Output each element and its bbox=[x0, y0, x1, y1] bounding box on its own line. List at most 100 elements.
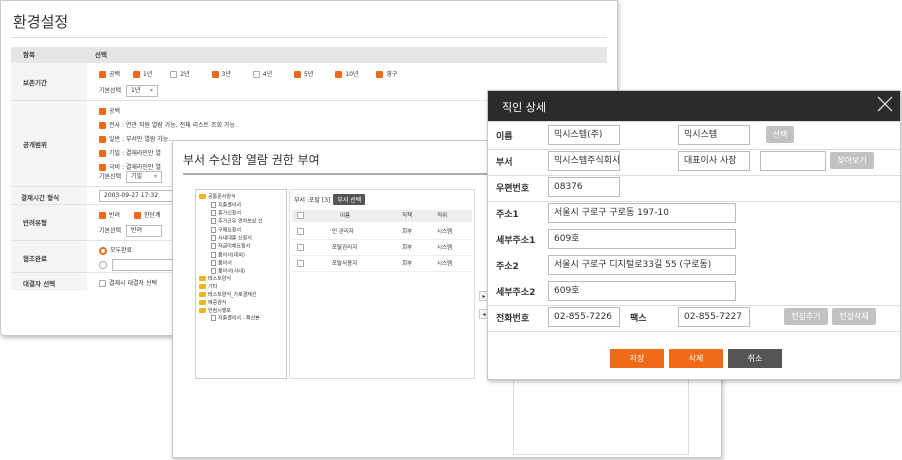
checkbox-checked-icon[interactable] bbox=[211, 71, 219, 78]
tree-item[interactable]: 지출결의서 bbox=[199, 201, 283, 210]
seal-delete-button[interactable]: 인장삭제 bbox=[832, 308, 876, 325]
dept-search-field[interactable] bbox=[760, 151, 826, 171]
scope-default-select[interactable]: 기밀 ▾ bbox=[126, 171, 163, 183]
document-icon bbox=[211, 201, 216, 208]
seal-detail-window: 직인 상세 이름 믹시스템(주) 믹시스템 선택 부서 믹시스템주식회사 대표이… bbox=[487, 90, 901, 380]
consult-label: 협조완료 bbox=[23, 255, 47, 263]
radio-selected-icon[interactable] bbox=[99, 246, 107, 255]
tree-item[interactable]: 테스트양식_가로결재선 bbox=[199, 292, 283, 300]
checkbox-checked-icon[interactable] bbox=[99, 212, 106, 219]
fax-field[interactable]: 02-855-7227 bbox=[678, 307, 750, 327]
settings-header-row: 항목 선택 bbox=[11, 47, 607, 63]
reject-default-select[interactable]: 반려 bbox=[126, 225, 163, 237]
close-icon[interactable] bbox=[876, 95, 894, 113]
approver-label: 대결자 선택 bbox=[23, 280, 56, 288]
folder-icon bbox=[199, 284, 206, 290]
consult-opt-1[interactable]: 모두완료 bbox=[99, 246, 132, 255]
checkbox-checked-icon[interactable] bbox=[99, 150, 106, 157]
retention-opt-0[interactable]: 공백 bbox=[99, 71, 120, 78]
table-row[interactable]: 민 관리자 회부 시스템 bbox=[292, 224, 472, 240]
retention-opt-2[interactable]: 2년 bbox=[170, 71, 190, 78]
retention-opt-1[interactable]: 1년 bbox=[132, 71, 152, 78]
scope-default-label: 기본선택 bbox=[99, 173, 122, 181]
delete-button[interactable]: 삭제 bbox=[669, 349, 723, 368]
cancel-button[interactable]: 취소 bbox=[728, 349, 782, 368]
reject-opt-1[interactable]: 반려 bbox=[99, 212, 120, 219]
addr1-field[interactable]: 서울시 구로구 구로동 197-10 bbox=[548, 203, 736, 223]
cell-name: 포탈관리자 bbox=[332, 245, 358, 251]
tree-item[interactable]: 기타 bbox=[199, 284, 283, 292]
search-button[interactable]: 찾아보기 bbox=[830, 152, 874, 169]
col-name: 이름 bbox=[340, 213, 351, 219]
checkbox-checked-icon[interactable] bbox=[132, 71, 140, 78]
retention-opt-4[interactable]: 4년 bbox=[252, 71, 272, 78]
zip-field[interactable]: 08376 bbox=[548, 177, 620, 197]
retention-default-select[interactable]: 1년 ▾ bbox=[126, 85, 159, 97]
checkbox-checked-icon[interactable] bbox=[99, 164, 106, 171]
checkbox-unchecked-icon[interactable] bbox=[297, 228, 304, 235]
checkbox-checked-icon[interactable] bbox=[99, 122, 106, 129]
tel-label: 전화번호 bbox=[496, 314, 530, 324]
addr2-field[interactable]: 서울시 구로구 디지털로33길 55 (구로동) bbox=[548, 255, 736, 275]
approver-opt-1[interactable]: 결재시 대결자 선택 bbox=[99, 280, 157, 287]
fax-label: 팩스 bbox=[630, 314, 647, 324]
tree-item[interactable]: 휴가신청서 bbox=[199, 210, 283, 218]
radio-unselected-icon[interactable] bbox=[99, 261, 107, 269]
scope-label: 공개범위 bbox=[23, 141, 47, 149]
checkbox-unchecked-icon[interactable] bbox=[252, 71, 260, 78]
name-field-2[interactable]: 믹시스템 bbox=[678, 125, 750, 145]
scope-opt-1[interactable]: 전사 : 연관 직원 열람 가능, 전체 리스트 조회 가능. bbox=[99, 119, 237, 133]
retention-opt-6[interactable]: 10년 bbox=[335, 71, 358, 78]
checkbox-checked-icon[interactable] bbox=[376, 71, 384, 78]
checkbox-unchecked-icon[interactable] bbox=[297, 260, 304, 267]
tree-item[interactable]: 구매요청서 bbox=[199, 226, 283, 235]
time-label: 결재시간 형식 bbox=[21, 194, 60, 202]
checkbox-checked-icon[interactable] bbox=[335, 71, 343, 78]
retention-opt-3[interactable]: 3년 bbox=[211, 71, 231, 78]
save-button[interactable]: 저장 bbox=[610, 349, 664, 368]
addr1-detail-field[interactable]: 609호 bbox=[548, 229, 736, 249]
tel-field[interactable]: 02-855-7226 bbox=[548, 307, 620, 327]
checkbox-checked-icon[interactable] bbox=[99, 108, 106, 115]
tree-item[interactable]: 추가근무 연차보상 신 bbox=[199, 218, 283, 226]
position-field[interactable]: 대표이사 사장 bbox=[678, 151, 750, 171]
select-button[interactable]: 선택 bbox=[766, 126, 794, 143]
addr2-detail-field[interactable]: 609호 bbox=[548, 281, 736, 301]
tree-item[interactable]: 한컴시행포 bbox=[199, 307, 283, 316]
tree-item[interactable]: 자금이체요청서 bbox=[199, 243, 283, 251]
checkbox-checked-icon[interactable] bbox=[294, 71, 302, 78]
retention-opt-5[interactable]: 5년 bbox=[294, 71, 313, 78]
addr2-detail-label: 세부주소2 bbox=[496, 288, 536, 298]
reject-label: 반려유형 bbox=[23, 219, 47, 227]
dept-select-button[interactable]: 부서 선택 bbox=[333, 194, 366, 205]
checkbox-checked-icon[interactable] bbox=[99, 136, 106, 143]
checkbox-unchecked-icon[interactable] bbox=[297, 212, 304, 219]
dept-label: 부서 :포탈 [3] bbox=[294, 197, 331, 204]
scope-opt-0[interactable]: 공백 bbox=[99, 105, 237, 119]
checkbox-unchecked-icon[interactable] bbox=[297, 244, 304, 251]
reject-opt-2[interactable]: 한단계 bbox=[133, 212, 161, 219]
seal-add-button[interactable]: 인장추가 bbox=[784, 308, 828, 325]
retention-opt-7[interactable]: 영구 bbox=[376, 71, 397, 78]
col-duty: 직책 bbox=[402, 213, 413, 219]
form-tree-panel: 공통문서양식 지출결의서 휴가신청서 추가근무 연차보상 신 구매요청서 사내대출 신청서… bbox=[195, 189, 287, 379]
tree-item[interactable]: 사내대출 신청서 bbox=[199, 234, 283, 243]
tree-item[interactable]: 품의서(대외) bbox=[199, 251, 283, 260]
cell-rank: 시스템 bbox=[437, 261, 453, 267]
addr1-label: 주소1 bbox=[496, 210, 519, 220]
table-row[interactable]: 포탈사용자 회부 시스템 bbox=[292, 256, 472, 272]
checkbox-unchecked-icon[interactable] bbox=[170, 71, 178, 78]
name-field[interactable]: 믹시스템(주) bbox=[548, 125, 620, 145]
checkbox-checked-icon[interactable] bbox=[99, 71, 106, 78]
checkbox-unchecked-icon[interactable] bbox=[99, 280, 106, 287]
document-icon bbox=[211, 218, 216, 225]
checkbox-checked-icon[interactable] bbox=[133, 212, 141, 219]
dept-field[interactable]: 믹시스템주식회사 bbox=[548, 151, 620, 171]
tree-item[interactable]: 예중양식 bbox=[199, 299, 283, 308]
table-row[interactable]: 포탈관리자 회부 시스템 bbox=[292, 240, 472, 256]
document-icon bbox=[211, 259, 216, 266]
addr1-detail-label: 세부주소1 bbox=[496, 236, 536, 246]
tree-item[interactable]: 공통문서양식 bbox=[199, 194, 283, 202]
tree-item[interactable]: 지출결의서 - 확산본 bbox=[199, 315, 283, 323]
tree-item[interactable]: 품의서 bbox=[199, 259, 283, 268]
